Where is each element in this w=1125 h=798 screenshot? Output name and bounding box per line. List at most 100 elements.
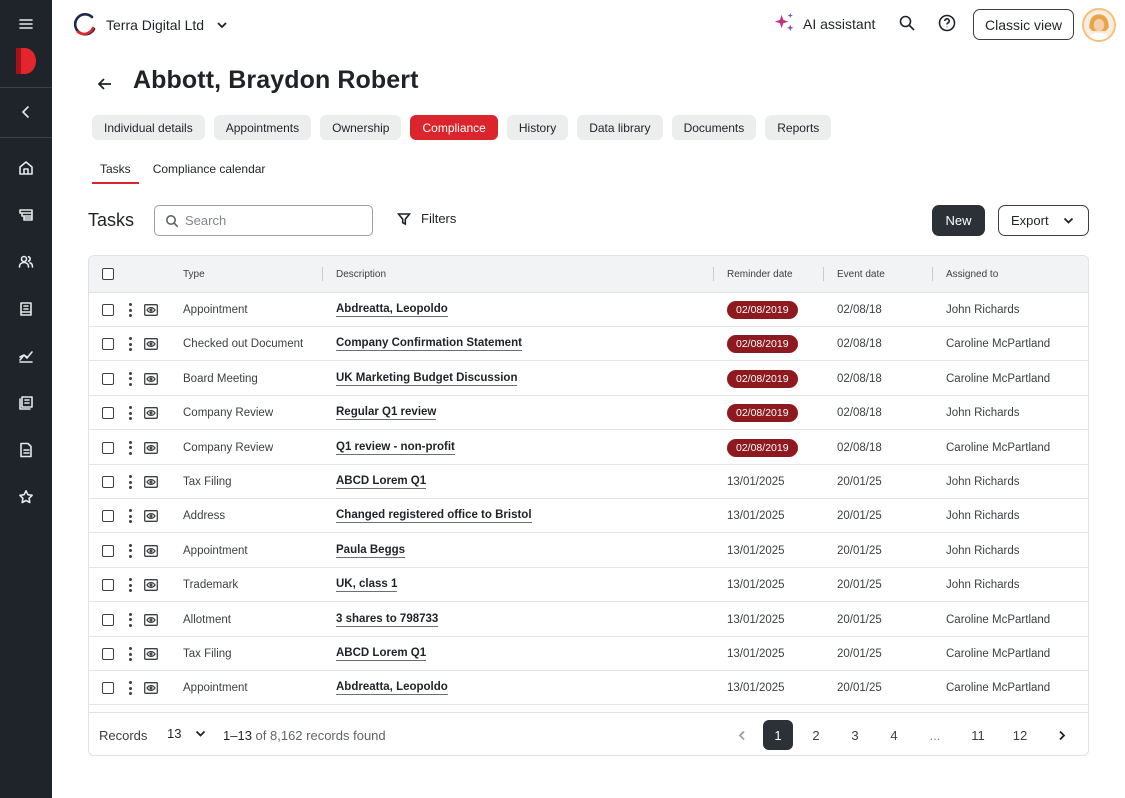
- column-header-description[interactable]: Description: [336, 256, 386, 292]
- kebab-menu-icon[interactable]: [128, 475, 132, 489]
- column-header-reminder-date[interactable]: Reminder date: [727, 256, 793, 292]
- table-row[interactable]: Tax Filing ABCD Lorem Q1 13/01/2025 20/01/2…: [89, 637, 1088, 671]
- kebab-menu-icon[interactable]: [128, 612, 132, 627]
- ai-assistant-button[interactable]: AI assistant: [773, 12, 875, 35]
- star-icon[interactable]: [0, 482, 52, 512]
- description-link[interactable]: Paula Beggs: [336, 544, 406, 558]
- row-checkbox[interactable]: [102, 338, 114, 351]
- description-link[interactable]: Regular Q1 review: [336, 406, 437, 421]
- tab-data-library[interactable]: Data library: [577, 115, 663, 140]
- preview-icon[interactable]: [144, 637, 158, 671]
- row-checkbox[interactable]: [102, 407, 114, 420]
- description-link[interactable]: UK, class 1: [336, 578, 398, 593]
- row-checkbox[interactable]: [102, 682, 114, 695]
- page-button-1[interactable]: 1: [763, 720, 793, 750]
- preview-icon[interactable]: [144, 568, 158, 602]
- search-box[interactable]: [154, 205, 373, 236]
- tab-history[interactable]: History: [506, 115, 569, 140]
- table-row[interactable]: Company Review Q1 review - non-profit 02/0…: [89, 431, 1088, 465]
- table-row[interactable]: Board Meeting UK Marketing Budget Discuss…: [89, 362, 1088, 396]
- people-icon[interactable]: [0, 247, 52, 277]
- kebab-menu-icon[interactable]: [128, 371, 132, 386]
- row-checkbox[interactable]: [102, 304, 114, 316]
- table-row[interactable]: Company Review Regular Q1 review 02/08/201…: [89, 396, 1088, 431]
- classic-view-button[interactable]: Classic view: [973, 9, 1074, 40]
- kebab-menu-icon[interactable]: [128, 509, 132, 524]
- kebab-menu-icon[interactable]: [128, 440, 132, 455]
- row-checkbox[interactable]: [102, 476, 114, 488]
- row-checkbox[interactable]: [102, 372, 114, 385]
- description-link[interactable]: UK Marketing Budget Discussion: [336, 372, 518, 386]
- table-row[interactable]: Trademark UK, class 1 13/01/2025 20/01/25 Jo…: [89, 568, 1088, 603]
- table-row[interactable]: Address Changed registered office to Bris…: [89, 499, 1088, 534]
- menu-icon[interactable]: [0, 9, 52, 39]
- description-link[interactable]: Company Confirmation Statement: [336, 337, 522, 352]
- page-button-4[interactable]: 4: [882, 720, 906, 750]
- registers-icon[interactable]: [0, 294, 52, 324]
- kebab-menu-icon[interactable]: [128, 647, 132, 661]
- preview-icon[interactable]: [144, 396, 158, 430]
- kebab-menu-icon[interactable]: [128, 406, 132, 421]
- row-checkbox[interactable]: [102, 579, 114, 592]
- row-checkbox[interactable]: [102, 648, 114, 660]
- column-resize-handle[interactable]: [823, 267, 824, 281]
- column-resize-handle[interactable]: [713, 267, 714, 281]
- page-size-select[interactable]: 13: [167, 726, 206, 741]
- kebab-menu-icon[interactable]: [128, 337, 132, 352]
- column-resize-handle[interactable]: [932, 267, 933, 281]
- library-icon[interactable]: [0, 388, 52, 418]
- subtab-tasks[interactable]: Tasks: [92, 162, 139, 184]
- kebab-menu-icon[interactable]: [128, 543, 132, 558]
- subtab-compliance-calendar[interactable]: Compliance calendar: [145, 162, 274, 184]
- row-checkbox[interactable]: [102, 510, 114, 523]
- next-page-button[interactable]: [1049, 720, 1073, 750]
- row-checkbox[interactable]: [102, 613, 114, 626]
- back-arrow-icon[interactable]: [96, 75, 114, 93]
- table-row[interactable]: Checked out Document Company Confirmation…: [89, 327, 1088, 362]
- row-checkbox[interactable]: [102, 544, 114, 557]
- row-checkbox[interactable]: [102, 441, 114, 454]
- tab-appointments[interactable]: Appointments: [213, 115, 312, 140]
- kebab-menu-icon[interactable]: [128, 681, 132, 696]
- new-button[interactable]: New: [932, 205, 985, 236]
- table-row[interactable]: Appointment Paula Beggs 13/01/2025 20/01/25…: [89, 534, 1088, 568]
- filters-button[interactable]: Filters: [397, 211, 456, 226]
- org-switcher[interactable]: Terra Digital Ltd: [72, 12, 228, 38]
- column-header-assigned-to[interactable]: Assigned to: [946, 256, 998, 292]
- preview-icon[interactable]: [144, 603, 158, 637]
- preview-icon[interactable]: [144, 431, 158, 465]
- description-link[interactable]: ABCD Lorem Q1: [336, 475, 427, 489]
- entities-icon[interactable]: [0, 200, 52, 230]
- column-header-type[interactable]: Type: [183, 256, 205, 292]
- page-button-12[interactable]: 12: [1008, 720, 1032, 750]
- search-input[interactable]: [185, 213, 355, 228]
- preview-icon[interactable]: [144, 327, 158, 361]
- table-row[interactable]: Allotment 3 shares to 798733 13/01/2025 20/…: [89, 603, 1088, 637]
- tab-compliance[interactable]: Compliance: [410, 115, 498, 140]
- analytics-icon[interactable]: [0, 341, 52, 371]
- kebab-menu-icon[interactable]: [128, 303, 132, 317]
- table-row[interactable]: Tax Filing ABCD Lorem Q1 13/01/2025 20/01/2…: [89, 465, 1088, 499]
- preview-icon[interactable]: [144, 362, 158, 396]
- preview-icon[interactable]: [144, 499, 158, 533]
- kebab-menu-icon[interactable]: [128, 578, 132, 593]
- document-icon[interactable]: [0, 435, 52, 465]
- description-link[interactable]: Abdreatta, Leopoldo: [336, 681, 448, 696]
- table-row[interactable]: Appointment Abdreatta, Leopoldo 02/08/2019…: [89, 293, 1088, 327]
- preview-icon[interactable]: [144, 671, 158, 705]
- search-icon[interactable]: [898, 14, 916, 32]
- description-link[interactable]: Q1 review - non-profit: [336, 441, 455, 455]
- preview-icon[interactable]: [144, 465, 158, 499]
- description-link[interactable]: ABCD Lorem Q1: [336, 647, 427, 661]
- preview-icon[interactable]: [144, 534, 158, 568]
- select-all-checkbox[interactable]: [102, 268, 114, 280]
- description-link[interactable]: Abdreatta, Leopoldo: [336, 303, 448, 317]
- tab-documents[interactable]: Documents: [671, 115, 757, 140]
- collapse-icon[interactable]: [0, 97, 52, 127]
- page-button-3[interactable]: 3: [843, 720, 867, 750]
- table-row[interactable]: Appointment Abdreatta, Leopoldo 13/01/2025…: [89, 671, 1088, 706]
- tab-reports[interactable]: Reports: [765, 115, 832, 140]
- description-link[interactable]: 3 shares to 798733: [336, 613, 439, 627]
- description-link[interactable]: Changed registered office to Bristol: [336, 509, 532, 524]
- column-resize-handle[interactable]: [322, 267, 323, 281]
